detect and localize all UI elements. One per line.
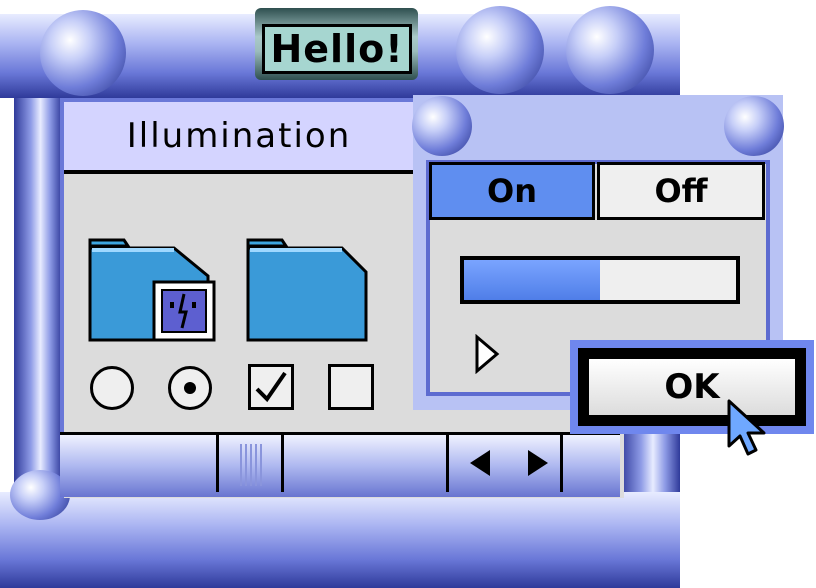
- panel-ball-left: [412, 96, 472, 156]
- progress-fill: [464, 260, 600, 300]
- progress-bar: [460, 256, 740, 304]
- scroll-divider-2: [281, 434, 284, 492]
- left-frame-pillar: [14, 98, 62, 492]
- scroll-divider-3: [446, 434, 449, 492]
- off-button[interactable]: Off: [597, 162, 765, 220]
- radio-button-1[interactable]: [90, 366, 134, 410]
- arrow-right-icon[interactable]: [526, 448, 552, 482]
- scroll-grip-icon: [240, 444, 262, 486]
- frame-ball-top-left: [40, 10, 126, 96]
- app-title: Hello!: [262, 24, 412, 74]
- window-title[interactable]: Illumination: [64, 102, 414, 174]
- disclosure-triangle-icon[interactable]: [474, 333, 502, 378]
- scroll-divider-4: [560, 434, 563, 492]
- radio-selected-dot: [184, 382, 196, 394]
- on-button[interactable]: On: [429, 162, 595, 220]
- cursor-icon: [726, 398, 770, 464]
- scroll-thumb[interactable]: [219, 434, 281, 492]
- panel-ball-right: [724, 96, 784, 156]
- checkmark-icon: [255, 371, 287, 403]
- folder-icon[interactable]: [246, 236, 368, 342]
- radio-button-2[interactable]: [168, 366, 212, 410]
- arrow-left-icon[interactable]: [466, 448, 492, 482]
- frame-ball-top-right: [566, 6, 654, 94]
- frame-ball-top-mid: [456, 6, 544, 94]
- checkbox-1[interactable]: [248, 364, 294, 410]
- folder-with-finder-icon[interactable]: [88, 236, 216, 342]
- checkbox-2[interactable]: [328, 364, 374, 410]
- bottom-frame-bar: [0, 492, 680, 588]
